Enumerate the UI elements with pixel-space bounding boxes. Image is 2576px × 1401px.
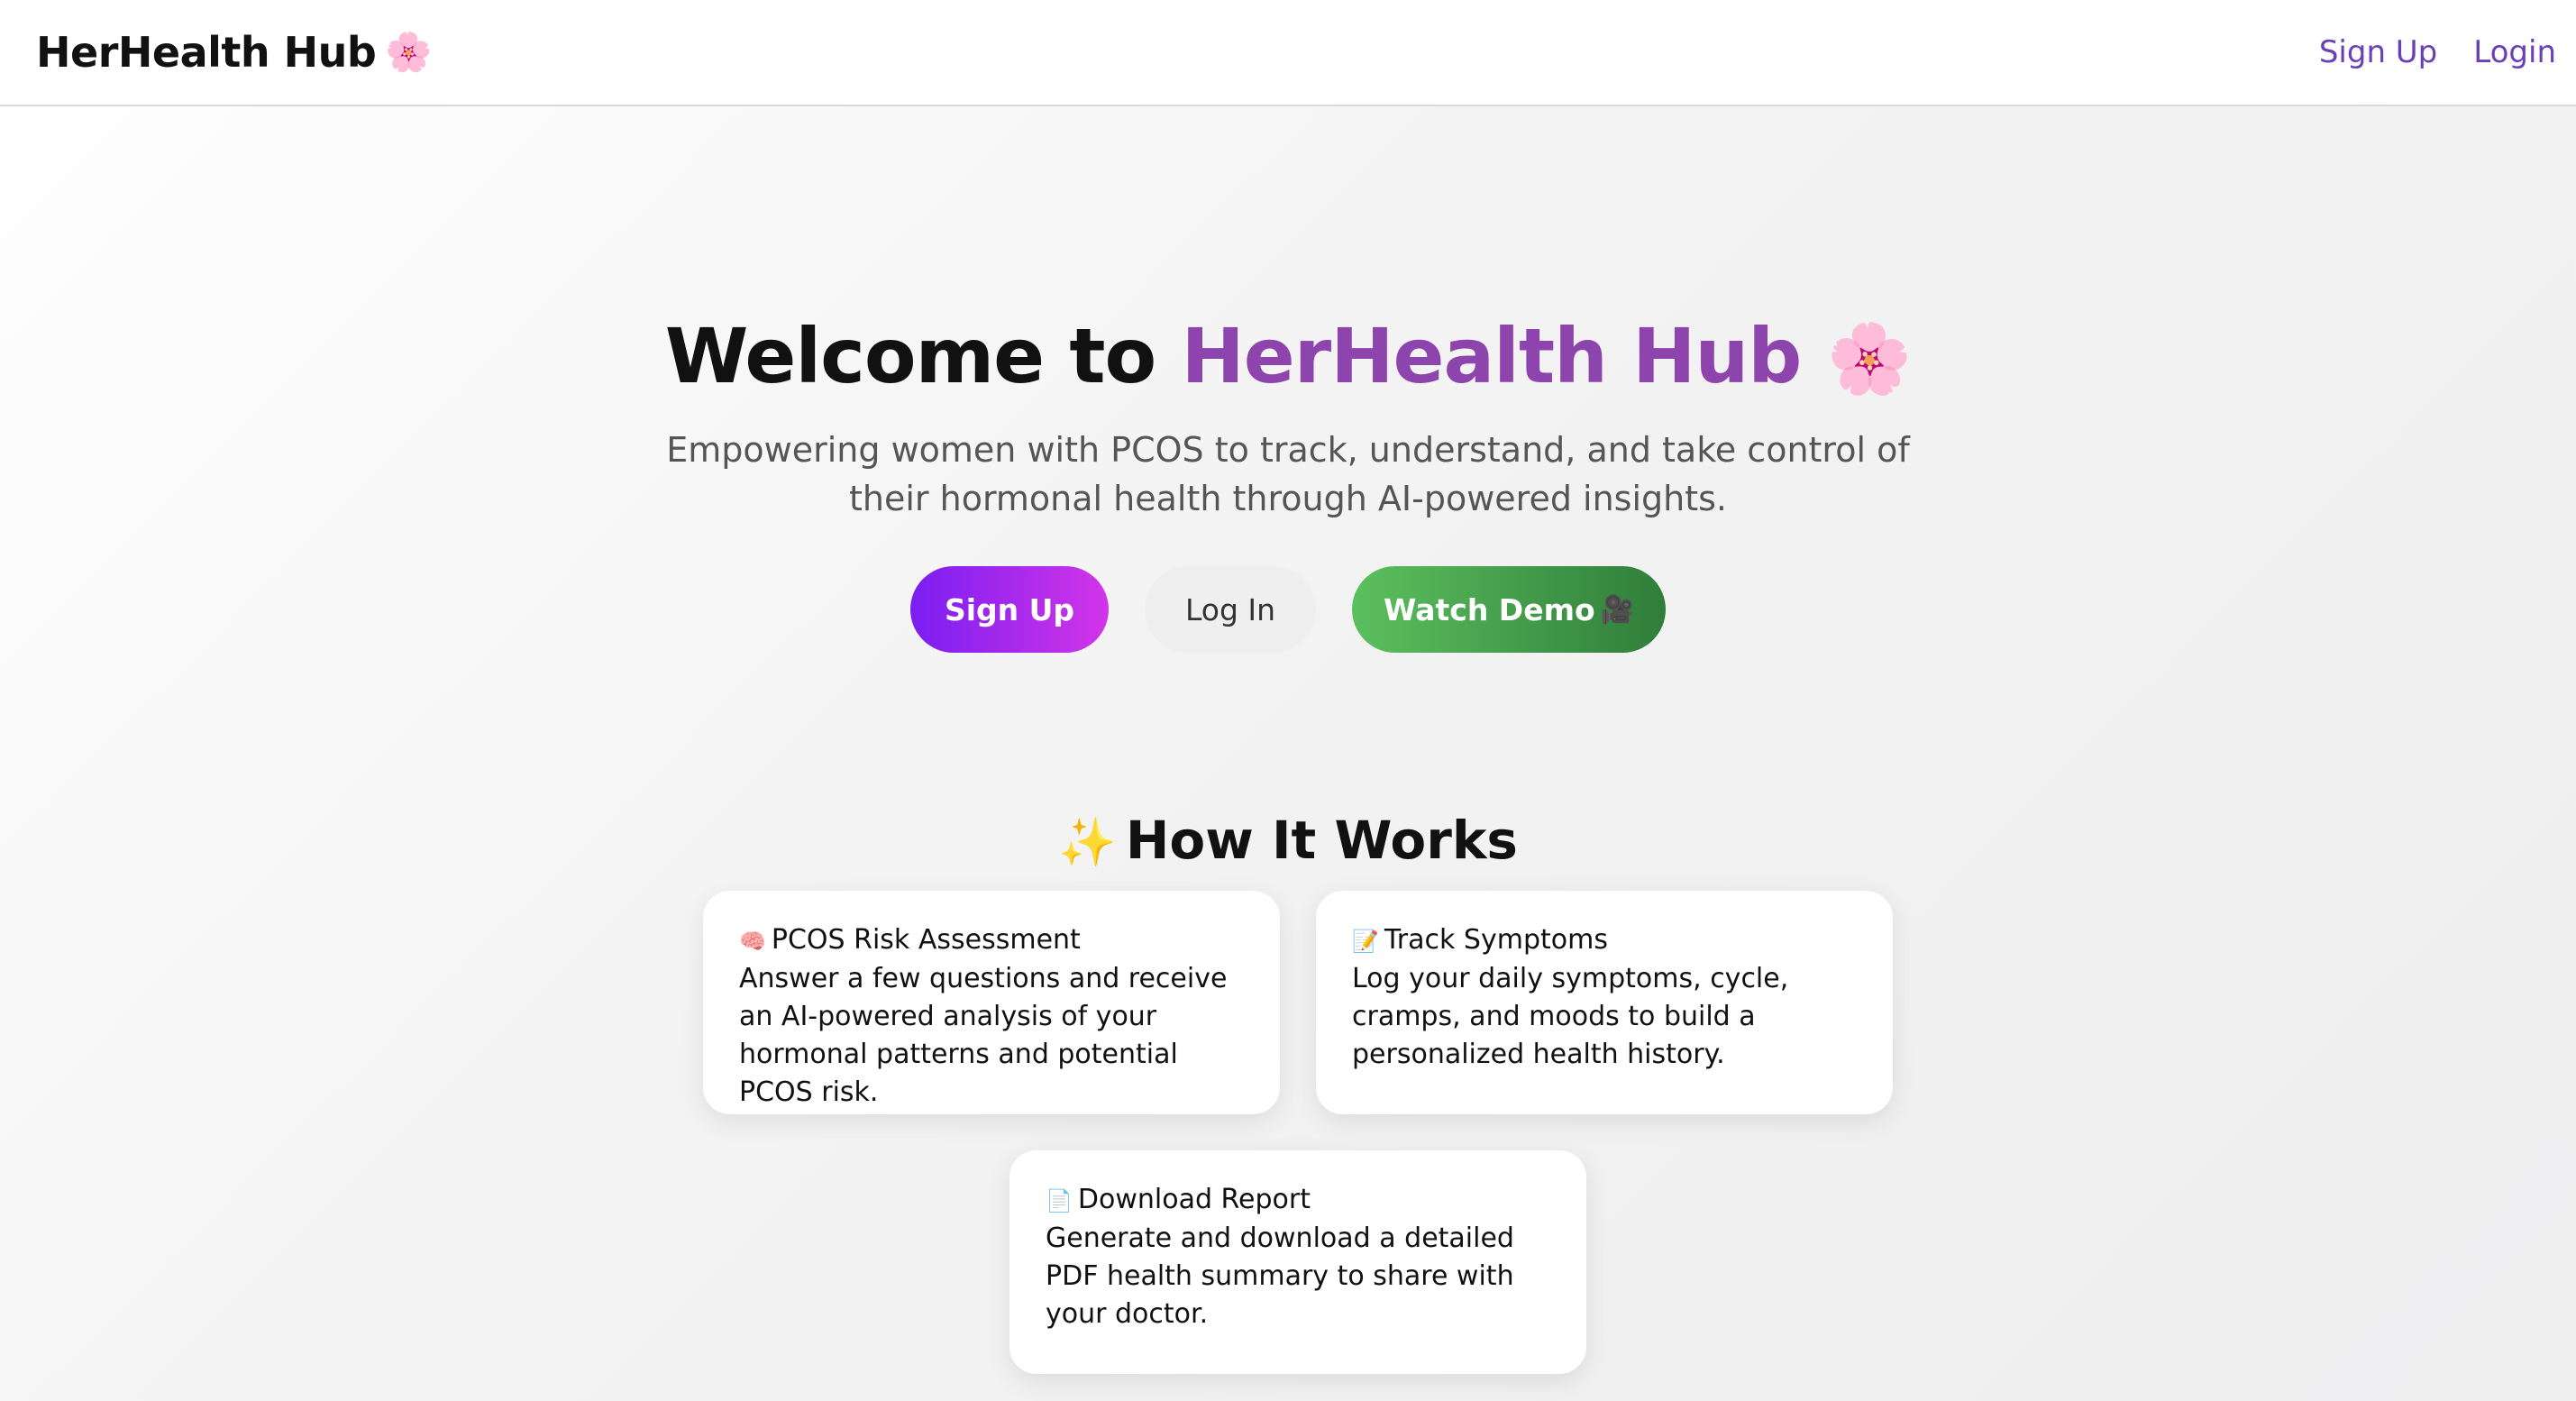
navbar: HerHealth Hub 🌸 Sign Up Login: [0, 0, 2576, 106]
how-it-works-heading-text: How It Works: [1125, 810, 1518, 872]
brand-name: HerHealth Hub: [36, 28, 377, 77]
feature-card-title-text: PCOS Risk Assessment: [771, 924, 1081, 956]
document-icon: 📄: [1046, 1188, 1073, 1213]
hero-title-prefix: Welcome to: [664, 312, 1157, 401]
cta-buttons: Sign Up Log In Watch Demo 🎥: [0, 566, 2576, 653]
hero-subtitle: Empowering women with PCOS to track, und…: [666, 430, 1910, 518]
how-it-works-title: ✨ How It Works: [0, 810, 2576, 871]
feature-card-title-text: Track Symptoms: [1384, 924, 1608, 956]
feature-card-text: Generate and download a detailed PDF hea…: [1046, 1222, 1514, 1330]
feature-card-text: Answer a few questions and receive an AI…: [739, 963, 1228, 1108]
nav-login-link[interactable]: Login: [2473, 34, 2556, 70]
hero-title-accent: HerHealth Hub: [1181, 312, 1803, 401]
nav-signup-link[interactable]: Sign Up: [2319, 34, 2437, 70]
hero-title: Welcome to HerHealth Hub 🌸: [0, 312, 2576, 400]
memo-icon: 📝: [1352, 929, 1379, 954]
feature-card-title: 📝 Track Symptoms: [1352, 921, 1857, 960]
feature-card-text: Log your daily symptoms, cycle, cramps, …: [1352, 963, 1789, 1070]
feature-card-title: 🧠 PCOS Risk Assessment: [739, 921, 1244, 960]
cherry-blossom-icon: 🌸: [385, 30, 433, 74]
brand-logo[interactable]: HerHealth Hub 🌸: [36, 0, 433, 105]
cherry-blossom-icon: 🌸: [1826, 318, 1913, 399]
feature-card-download-report: 📄 Download Report Generate and download a…: [1009, 1150, 1586, 1374]
feature-card-title-text: Download Report: [1077, 1184, 1311, 1215]
watch-demo-button[interactable]: Watch Demo 🎥: [1352, 566, 1666, 653]
feature-card-track-symptoms: 📝 Track Symptoms Log your daily symptoms,…: [1316, 891, 1893, 1114]
login-button[interactable]: Log In: [1145, 566, 1316, 653]
feature-card-title: 📄 Download Report: [1046, 1181, 1550, 1220]
brain-icon: 🧠: [739, 929, 766, 954]
sparkles-icon: ✨: [1058, 816, 1117, 871]
watch-demo-label: Watch Demo: [1383, 591, 1595, 627]
signup-button[interactable]: Sign Up: [910, 566, 1109, 653]
video-camera-icon: 🎥: [1600, 593, 1634, 626]
feature-card-risk-assessment: 🧠 PCOS Risk Assessment Answer a few quest…: [703, 891, 1280, 1114]
nav-links: Sign Up Login: [2319, 0, 2556, 105]
